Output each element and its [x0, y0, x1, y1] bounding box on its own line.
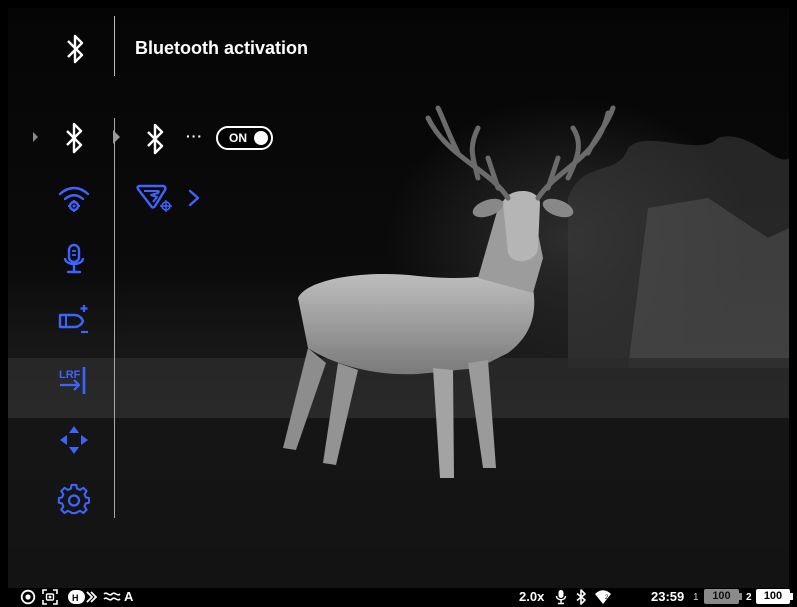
zoom-level: 2.0x: [519, 589, 545, 604]
svg-text:H: H: [72, 593, 79, 603]
thermal-scene: [8, 8, 789, 588]
menu-item-bluetooth[interactable]: [57, 121, 91, 155]
stream-vision-app-icon: [136, 184, 172, 212]
menu-divider: [114, 118, 115, 518]
clock: 23:59: [651, 589, 685, 604]
bluetooth-icon: [66, 122, 83, 154]
header-divider: [114, 16, 115, 76]
lrf-icon: LRF: [59, 367, 86, 394]
microphone-icon: [63, 243, 85, 274]
status-bar: H A 2.0x 2 23:59 1 100 2 100: [0, 586, 797, 607]
bluetooth-icon: [147, 123, 164, 155]
smoothing-icon: [103, 592, 121, 601]
record-icon: [20, 589, 36, 605]
chevron-right-icon[interactable]: [187, 189, 201, 207]
submenu-dots: ···: [186, 128, 203, 144]
bluetooth-icon: [576, 589, 586, 605]
svg-text:LRF: LRF: [59, 369, 81, 381]
stream-vision-app-item[interactable]: [135, 180, 175, 214]
crosshair-calibration-icon: [60, 426, 88, 454]
menu-item-ballistic-profile[interactable]: [57, 302, 91, 336]
gear-icon: [57, 483, 90, 515]
ballistic-profile-add-icon: [58, 305, 88, 334]
microphone-icon: [555, 590, 567, 605]
page-title: Bluetooth activation: [135, 38, 309, 58]
menu-selection-pointer: [33, 132, 38, 142]
menu-item-microphone[interactable]: [57, 242, 91, 276]
battery-1-level: 100: [704, 589, 739, 604]
thermal-deer-scene: [8, 105, 789, 588]
wifi-settings-icon: [58, 186, 90, 212]
menu-item-settings[interactable]: [57, 483, 91, 517]
menu-item-wifi-settings[interactable]: [57, 182, 91, 216]
wifi-icon: 2: [595, 590, 611, 604]
battery-2-level: 100: [756, 589, 790, 604]
submenu-pointer: [113, 130, 120, 144]
device-screen: Bluetooth activation LRF ··· ON H A 2.0x…: [0, 0, 797, 607]
stream-vision-connected-icon: H: [68, 590, 97, 604]
calibration-mode: A: [124, 589, 134, 604]
battery-2-tip: [790, 593, 793, 600]
toggle-knob: [254, 131, 268, 145]
bluetooth-icon: [67, 34, 84, 64]
toggle-label: ON: [229, 131, 247, 145]
menu-item-zeroing[interactable]: [57, 423, 91, 457]
battery-2-index: 2: [746, 592, 752, 603]
bluetooth-toggle[interactable]: ON: [216, 126, 273, 150]
photo-mode-icon: [42, 589, 58, 605]
menu-item-lrf[interactable]: LRF: [57, 363, 91, 397]
menu-header: Bluetooth activation: [8, 8, 789, 88]
battery-1-tip: [739, 593, 742, 600]
battery-1-index: 1: [693, 592, 699, 603]
